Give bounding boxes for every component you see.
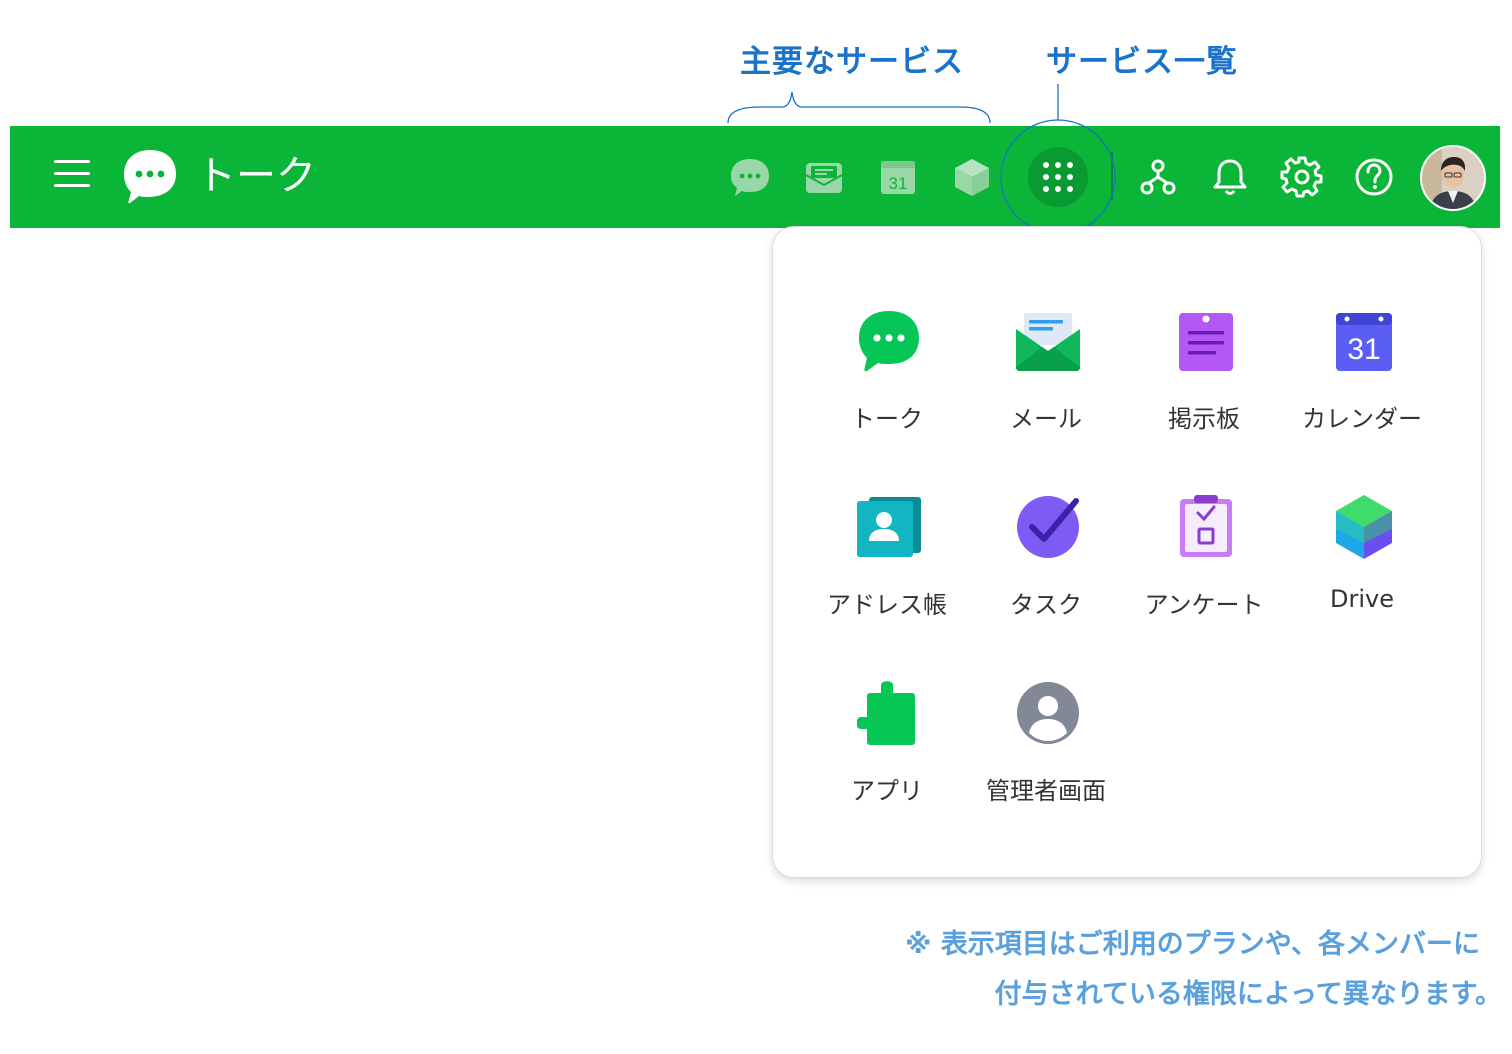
- service-item-talk[interactable]: トーク: [807, 309, 967, 459]
- annotation-main-services: 主要なサービス: [740, 44, 964, 80]
- gear-icon[interactable]: [1280, 155, 1324, 199]
- admin-icon: [1016, 681, 1080, 745]
- service-label: 掲示板: [1168, 405, 1240, 433]
- survey-icon: [1174, 495, 1238, 559]
- app-header: トーク 31: [10, 126, 1500, 228]
- calendar-day-label: 31: [889, 174, 908, 193]
- service-item-app[interactable]: アプリ: [807, 681, 967, 831]
- talk-logo-icon: [120, 146, 180, 206]
- service-label: メール: [1010, 405, 1082, 433]
- header-divider: [1111, 152, 1113, 200]
- mail-icon[interactable]: [802, 155, 846, 199]
- calendar-icon[interactable]: 31: [876, 155, 920, 199]
- service-list-panel: トーク メール 掲示板 31 カレンダー アドレス帳 タスク アンケート Dri…: [772, 226, 1482, 878]
- service-item-board[interactable]: 掲示板: [1124, 309, 1284, 459]
- calendar-icon: 31: [1332, 309, 1396, 373]
- talk-icon: [857, 309, 921, 373]
- service-item-drive[interactable]: Drive: [1282, 495, 1442, 645]
- address-book-icon: [857, 495, 921, 559]
- org-chart-icon[interactable]: [1136, 155, 1180, 199]
- grid-icon: [1043, 162, 1073, 192]
- service-label: トーク: [851, 405, 923, 433]
- avatar[interactable]: [1420, 145, 1486, 211]
- bell-icon[interactable]: [1208, 155, 1252, 199]
- task-icon: [1016, 495, 1080, 559]
- mail-icon: [1016, 309, 1080, 373]
- footnote-line-1: ※ 表示項目はご利用のプランや、各メンバーに: [905, 929, 1480, 960]
- service-label: 管理者画面: [986, 777, 1106, 805]
- service-label: カレンダー: [1302, 405, 1422, 433]
- menu-icon[interactable]: [54, 160, 90, 192]
- service-item-admin[interactable]: 管理者画面: [966, 681, 1126, 831]
- service-label: アプリ: [851, 777, 923, 805]
- service-item-address-book[interactable]: アドレス帳: [807, 495, 967, 645]
- annotation-service-list: サービス一覧: [1046, 44, 1238, 80]
- service-label: アドレス帳: [827, 591, 947, 619]
- service-label: Drive: [1330, 585, 1394, 613]
- chat-icon[interactable]: [728, 155, 772, 199]
- service-item-survey[interactable]: アンケート: [1124, 495, 1284, 645]
- service-item-task[interactable]: タスク: [966, 495, 1126, 645]
- service-item-calendar[interactable]: 31 カレンダー: [1282, 309, 1442, 459]
- service-label: アンケート: [1144, 591, 1264, 619]
- app-icon: [857, 681, 921, 745]
- help-icon[interactable]: [1352, 155, 1396, 199]
- footnote-line-2: 付与されている権限によって異なります。: [994, 979, 1502, 1010]
- board-icon: [1174, 309, 1238, 373]
- drive-icon: [1332, 495, 1396, 559]
- page-title: トーク: [196, 153, 316, 199]
- calendar-day-label: 31: [1347, 333, 1380, 366]
- service-label: タスク: [1010, 591, 1082, 619]
- service-item-mail[interactable]: メール: [966, 309, 1126, 459]
- service-grid-button[interactable]: [1028, 147, 1088, 207]
- cube-icon[interactable]: [950, 155, 994, 199]
